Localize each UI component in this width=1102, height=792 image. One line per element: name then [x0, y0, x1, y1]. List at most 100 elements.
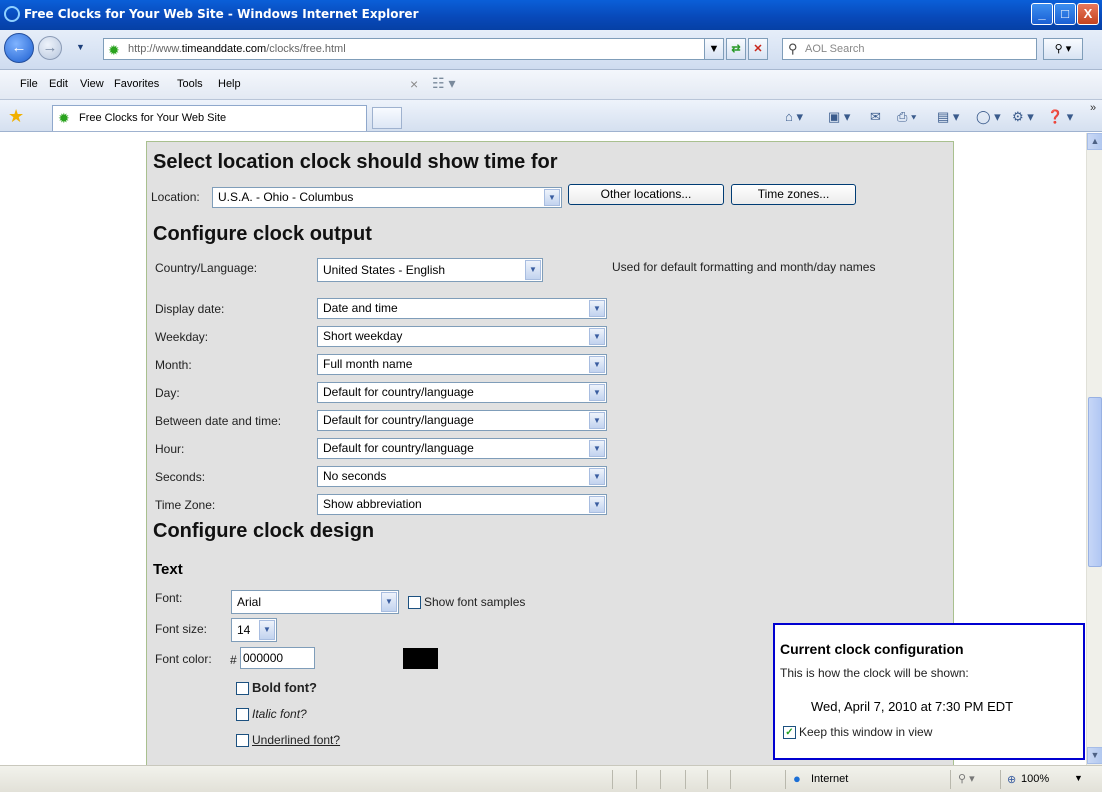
status-bar: ● Internet ⚲ ▾ ⊕ 100% ▼ [0, 765, 1102, 792]
font-color-input[interactable]: 000000 [240, 647, 315, 669]
seconds-label: Seconds: [155, 470, 206, 484]
keep-in-view-label: Keep this window in view [799, 725, 933, 739]
other-locations-button[interactable]: Other locations... [568, 184, 724, 205]
clock-box-subtitle: This is how the clock will be shown: [780, 666, 969, 680]
zoom-dropdown-icon[interactable]: ▼ [1074, 773, 1083, 783]
feeds-icon[interactable]: ▣ ▾ [828, 109, 850, 125]
vertical-scrollbar[interactable]: ▲ ▼ [1086, 133, 1102, 765]
font-color-hash: # [230, 653, 237, 667]
hour-select[interactable]: Default for country/language ▼ [317, 438, 607, 459]
tab-title: Free Clocks for Your Web Site [79, 112, 227, 124]
weekday-select[interactable]: Short weekday ▼ [317, 326, 607, 347]
display-date-label: Display date: [155, 302, 225, 316]
font-label: Font: [155, 591, 183, 605]
country-language-label: Country/Language: [155, 261, 258, 275]
chevron-down-icon: ▼ [589, 496, 605, 513]
toolbar-overflow-icon[interactable]: » [1090, 102, 1096, 114]
country-language-note: Used for default formatting and month/da… [612, 260, 876, 274]
font-size-select[interactable]: 14 ▼ [231, 618, 277, 642]
country-language-value: United States - English [323, 263, 446, 277]
menu-view[interactable]: View [80, 78, 104, 90]
maximize-button[interactable]: □ [1054, 3, 1076, 25]
bold-font-label: Bold font? [252, 680, 317, 695]
scroll-thumb[interactable] [1088, 397, 1102, 567]
print-icon[interactable]: ⎙ ▾ [897, 109, 916, 125]
page-menu-icon[interactable]: ▤ ▾ [937, 109, 959, 125]
menu-edit[interactable]: Edit [49, 78, 68, 90]
search-input[interactable]: ⚲ AOL Search [782, 38, 1037, 60]
show-font-samples-checkbox[interactable] [408, 596, 421, 609]
favorites-star-icon[interactable]: ★ [8, 106, 24, 127]
underline-font-checkbox[interactable] [236, 734, 249, 747]
chevron-down-icon: ▼ [381, 592, 397, 612]
day-select[interactable]: Default for country/language ▼ [317, 382, 607, 403]
minimize-button[interactable]: _ [1031, 3, 1053, 25]
chevron-down-icon: ▼ [544, 189, 560, 206]
menu-tools[interactable]: Tools [177, 78, 203, 90]
close-button[interactable]: X [1077, 3, 1099, 25]
location-select[interactable]: U.S.A. - Ohio - Columbus ▼ [212, 187, 562, 208]
home-icon[interactable]: ⌂ ▾ [785, 109, 803, 125]
tools-gear-icon[interactable]: ⚙ ▾ [1012, 109, 1034, 125]
clock-preview: Wed, April 7, 2010 at 7:30 PM EDT [811, 699, 1014, 714]
chevron-down-icon: ▼ [589, 300, 605, 317]
menu-file[interactable]: File [20, 78, 38, 90]
between-date-time-label: Between date and time: [155, 414, 282, 428]
time-zone-label: Time Zone: [155, 498, 216, 512]
url-prefix: http://www. [128, 43, 182, 55]
search-placeholder: AOL Search [805, 43, 865, 55]
forward-button[interactable]: → [38, 36, 62, 60]
month-value: Full month name [323, 357, 413, 371]
chevron-down-icon: ▼ [259, 620, 275, 640]
security-zone[interactable]: Internet [811, 773, 848, 785]
safety-icon[interactable]: ◯ ▾ [976, 109, 1001, 125]
address-input[interactable]: ✹ http://www.timeanddate.com/clocks/free… [103, 38, 720, 60]
keep-in-view-checkbox[interactable]: ✓ [783, 726, 796, 739]
protected-mode-icon[interactable]: ⚲ ▾ [958, 772, 975, 785]
scroll-up-icon[interactable]: ▲ [1087, 133, 1102, 150]
chevron-down-icon: ▼ [589, 440, 605, 457]
chevron-down-icon: ▼ [525, 260, 541, 280]
time-zones-button[interactable]: Time zones... [731, 184, 856, 205]
chevron-down-icon: ▼ [589, 328, 605, 345]
tab-free-clocks[interactable]: ✹ Free Clocks for Your Web Site [52, 105, 367, 131]
country-language-select[interactable]: United States - English ▼ [317, 258, 543, 282]
close-toolbar-icon[interactable]: × [410, 76, 418, 92]
refresh-button[interactable]: ⇄ [726, 38, 746, 60]
month-select[interactable]: Full month name ▼ [317, 354, 607, 375]
mail-icon[interactable]: ✉ [870, 109, 881, 125]
address-dropdown-button[interactable]: ▼ [704, 38, 724, 60]
new-tab-button[interactable] [372, 107, 402, 129]
chevron-down-icon: ▼ [589, 384, 605, 401]
display-date-select[interactable]: Date and time ▼ [317, 298, 607, 319]
scroll-down-icon[interactable]: ▼ [1087, 747, 1102, 764]
day-label: Day: [155, 386, 180, 400]
italic-font-checkbox[interactable] [236, 708, 249, 721]
text-subtitle: Text [153, 561, 183, 578]
font-value: Arial [237, 595, 262, 609]
weekday-value: Short weekday [323, 329, 403, 343]
back-button[interactable]: ← [4, 33, 34, 63]
hour-label: Hour: [155, 442, 185, 456]
search-button[interactable]: ⚲ ▾ [1043, 38, 1083, 60]
location-value: U.S.A. - Ohio - Columbus [218, 190, 354, 204]
translate-icon[interactable]: ☷ ▾ [432, 75, 455, 92]
time-zone-select[interactable]: Show abbreviation ▼ [317, 494, 607, 515]
menu-favorites[interactable]: Favorites [114, 78, 159, 90]
help-icon[interactable]: ❓ ▾ [1047, 109, 1073, 125]
window-title: Free Clocks for Your Web Site - Windows … [24, 7, 419, 21]
chevron-down-icon: ▼ [589, 412, 605, 429]
zoom-level[interactable]: 100% [1021, 773, 1049, 785]
seconds-value: No seconds [323, 469, 387, 483]
bold-font-checkbox[interactable] [236, 682, 249, 695]
recent-pages-dropdown-icon[interactable]: ▼ [76, 42, 85, 52]
font-select[interactable]: Arial ▼ [231, 590, 399, 614]
navigation-bar: ← → ▼ ✹ http://www.timeanddate.com/clock… [0, 30, 1102, 70]
seconds-select[interactable]: No seconds ▼ [317, 466, 607, 487]
stop-button[interactable]: ✕ [748, 38, 768, 60]
font-size-value: 14 [237, 623, 251, 637]
design-section-title: Configure clock design [153, 520, 375, 542]
between-date-time-select[interactable]: Default for country/language ▼ [317, 410, 607, 431]
font-color-swatch[interactable] [403, 648, 438, 669]
menu-help[interactable]: Help [218, 78, 241, 90]
